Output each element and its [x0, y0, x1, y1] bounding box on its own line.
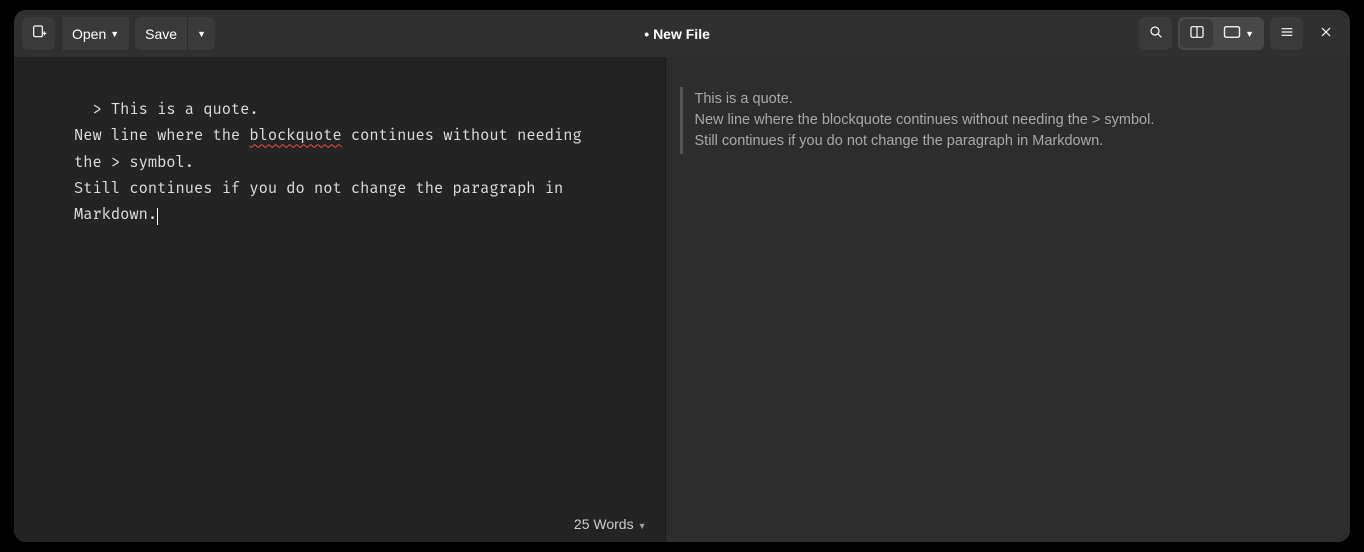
app-window: Open ▼ Save ▼ • New File — [14, 10, 1350, 542]
chevron-down-icon: ▼ — [1245, 29, 1254, 39]
new-tab-button[interactable] — [22, 17, 55, 50]
menu-button[interactable] — [1270, 17, 1303, 50]
columns-icon — [1189, 24, 1205, 43]
toolbar: Open ▼ Save ▼ • New File — [14, 10, 1350, 57]
hamburger-icon — [1279, 24, 1295, 43]
chevron-down-icon: ▼ — [197, 29, 206, 39]
save-button[interactable]: Save — [135, 17, 187, 50]
screen-icon — [1223, 25, 1241, 42]
preview-line: New line where the blockquote continues … — [695, 110, 1331, 131]
search-icon — [1148, 24, 1164, 43]
editor-pane[interactable]: > This is a quote. New line where the bl… — [14, 57, 666, 542]
open-button-group: Open ▼ — [61, 17, 129, 50]
chevron-down-icon: ▼ — [638, 521, 647, 531]
search-button[interactable] — [1139, 17, 1172, 50]
preview-line: Still continues if you do not change the… — [695, 131, 1331, 152]
editor-line: > This is a quote. — [74, 100, 259, 119]
preview-pane: This is a quote. New line where the bloc… — [666, 57, 1351, 542]
status-bar: 25 Words ▼ — [14, 508, 665, 542]
side-by-side-button[interactable] — [1180, 19, 1213, 48]
preview-line: This is a quote. — [695, 89, 1331, 110]
word-count[interactable]: 25 Words — [574, 516, 634, 532]
save-button-label: Save — [145, 26, 177, 42]
close-button[interactable] — [1309, 17, 1342, 50]
editor-text[interactable]: > This is a quote. New line where the bl… — [14, 57, 665, 508]
save-button-group: Save ▼ — [135, 17, 215, 50]
save-menu-button[interactable]: ▼ — [187, 17, 215, 50]
window-title: • New File — [221, 26, 1133, 42]
toolbar-right: ▼ — [1139, 17, 1342, 50]
close-icon — [1318, 24, 1334, 43]
spell-error-word[interactable]: blockquote — [249, 126, 341, 145]
content-area: > This is a quote. New line where the bl… — [14, 57, 1350, 542]
preview-blockquote: This is a quote. New line where the bloc… — [680, 87, 1331, 154]
text-cursor — [157, 208, 158, 225]
open-button-label: Open — [72, 26, 106, 42]
view-dropdown-button[interactable]: ▼ — [1215, 19, 1262, 48]
editor-line-part: New line where the — [74, 126, 249, 145]
chevron-down-icon: ▼ — [110, 29, 119, 39]
editor-line: Still continues if you do not change the… — [74, 179, 572, 224]
open-button[interactable]: Open ▼ — [61, 17, 129, 50]
view-mode-group: ▼ — [1178, 17, 1264, 50]
new-tab-icon — [31, 24, 47, 43]
